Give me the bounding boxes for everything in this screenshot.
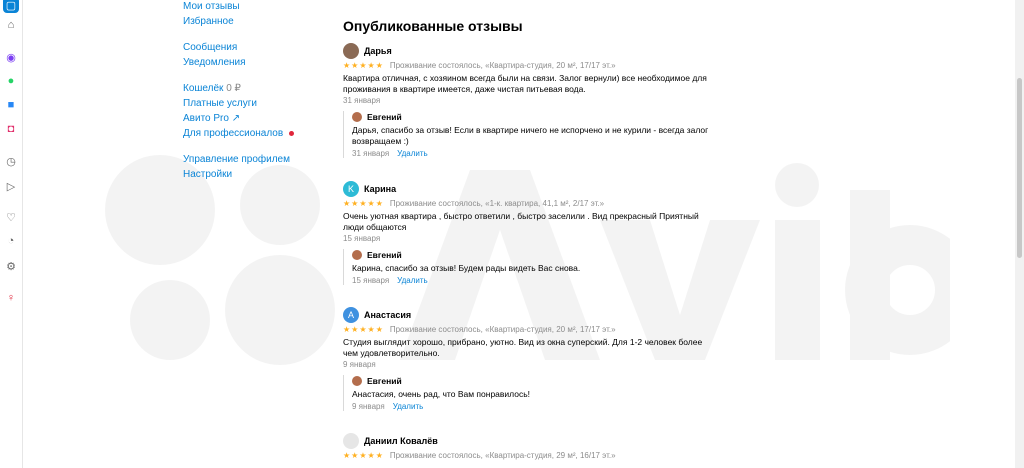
deal-info: Проживание состоялось, «1-к. квартира, 4… (389, 199, 605, 208)
menu-item-profile-management[interactable]: Управление профилем (183, 152, 294, 167)
menu-item-my-reviews[interactable]: Мои отзывы (183, 0, 294, 14)
clock-icon[interactable]: ◔ (3, 233, 19, 249)
menu-item-paid-services[interactable]: Платные услуги (183, 96, 294, 111)
reviewer-name[interactable]: Карина (364, 184, 396, 194)
send-icon[interactable]: ▷ (3, 178, 19, 194)
owner-reply: Евгений Дарья, спасибо за отзыв! Если в … (343, 111, 743, 158)
menu-item-for-professionals[interactable]: Для профессионалов (183, 126, 295, 141)
menu-item-messages[interactable]: Сообщения (183, 40, 294, 55)
review-card: Дарья ★★★★★ Проживание состоялось, «Кварт… (343, 43, 743, 158)
avatar[interactable]: А (343, 307, 359, 323)
menu-item-notifications[interactable]: Уведомления (183, 55, 294, 70)
home-icon[interactable]: ⌂ (3, 17, 19, 33)
rating-stars: ★★★★★ (343, 199, 384, 208)
whatsapp-icon[interactable]: ● (3, 73, 19, 89)
avatar (352, 250, 362, 260)
review-date: 9 января (343, 360, 376, 369)
rating-stars: ★★★★★ (343, 325, 384, 334)
wallet-balance: 0 ₽ (226, 83, 241, 94)
avatar (352, 112, 362, 122)
review-date: 15 января (343, 234, 381, 243)
avatar (352, 376, 362, 386)
reply-text: Анастасия, очень рад, что Вам понравилос… (352, 389, 530, 399)
avatar[interactable] (343, 43, 359, 59)
reviewer-name[interactable]: Дарья (364, 46, 392, 56)
reply-date: 15 января (352, 276, 390, 285)
rating-stars: ★★★★★ (343, 61, 384, 70)
reviewer-name[interactable]: Анастасия (364, 310, 411, 320)
owner-reply: Евгений Карина, спасибо за отзыв! Будем … (343, 249, 743, 285)
reply-author: Евгений (367, 376, 402, 386)
menu-item-avito-pro[interactable]: Авито Pro ↗ (183, 111, 294, 126)
wallet-label: Кошелёк (183, 83, 224, 94)
deal-info: Проживание состоялось, «Квартира-студия,… (389, 325, 616, 334)
avatar[interactable]: K (343, 181, 359, 197)
instagram-icon[interactable]: ◘ (3, 121, 19, 137)
reply-author: Евгений (367, 250, 402, 260)
settings-icon[interactable]: ⚙ (3, 258, 19, 274)
review-card: Даниил Ковалёв ★★★★★ Проживание состоялос… (343, 433, 743, 462)
review-card: А Анастасия ★★★★★ Проживание состоялось, … (343, 307, 743, 411)
review-card: K Карина ★★★★★ Проживание состоялось, «1-… (343, 181, 743, 285)
vk-icon[interactable]: ■ (3, 97, 19, 113)
menu-item-favorites[interactable]: Избранное (183, 14, 294, 29)
reply-date: 31 января (352, 149, 390, 158)
avatar[interactable] (343, 433, 359, 449)
delete-reply-link[interactable]: Удалить (397, 149, 428, 158)
menu-item-wallet[interactable]: Кошелёк 0 ₽ (183, 81, 294, 96)
deal-info: Проживание состоялось, «Квартира-студия,… (389, 451, 616, 460)
reply-date: 9 января (352, 402, 385, 411)
profile-menu: Мои отзывы Избранное Сообщения Уведомлен… (183, 0, 295, 182)
page-scrollbar[interactable] (1015, 0, 1024, 468)
rating-stars: ★★★★★ (343, 451, 384, 460)
delete-reply-link[interactable]: Удалить (393, 402, 424, 411)
reply-author: Евгений (367, 112, 402, 122)
review-date: 31 января (343, 96, 381, 105)
app-icon[interactable]: ▢ (3, 0, 19, 13)
review-text: Очень уютная квартира , быстро ответили … (343, 211, 699, 232)
notification-dot (289, 130, 295, 136)
deal-info: Проживание состоялось, «Квартира-студия,… (389, 61, 616, 70)
reviewer-name[interactable]: Даниил Ковалёв (364, 436, 438, 446)
scroll-thumb[interactable] (1017, 78, 1022, 258)
review-text: Студия выглядит хорошо, прибрано, уютно.… (343, 337, 703, 358)
reply-text: Дарья, спасибо за отзыв! Если в квартире… (352, 125, 709, 146)
bulb-icon[interactable]: ♀ (3, 290, 19, 306)
delete-reply-link[interactable]: Удалить (397, 276, 428, 285)
reply-text: Карина, спасибо за отзыв! Будем рады вид… (352, 263, 581, 273)
owner-reply: Евгений Анастасия, очень рад, что Вам по… (343, 375, 743, 411)
browser-sidebar: ▢ ⌂ ◉ ● ■ ◘ ◷ ▷ ♡ ◔ ⚙ ♀ (0, 0, 23, 468)
heart-icon[interactable]: ♡ (3, 209, 19, 225)
play-icon[interactable]: ◷ (3, 153, 19, 169)
menu-item-settings[interactable]: Настройки (183, 167, 294, 182)
page-title: Опубликованные отзывы (343, 18, 523, 34)
messenger-icon[interactable]: ◉ (3, 49, 19, 65)
for-professionals-label: Для профессионалов (183, 128, 284, 139)
review-text: Квартира отличная, с хозяином всегда был… (343, 73, 707, 94)
